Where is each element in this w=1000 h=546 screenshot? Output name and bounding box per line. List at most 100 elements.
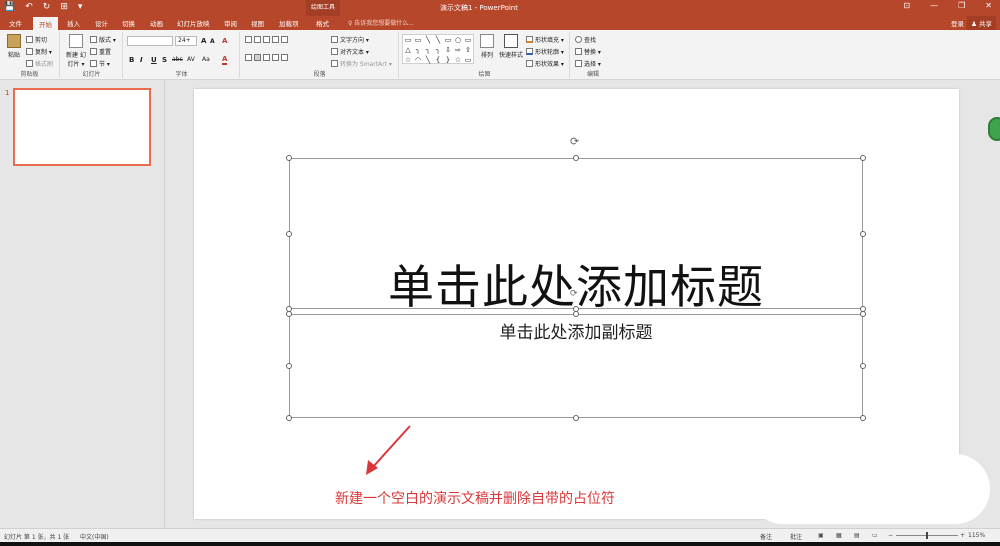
quick-styles-button[interactable]: 快速样式 [498,34,524,59]
reading-view-icon[interactable]: ▤ [854,532,860,539]
section-button[interactable]: 节 ▾ [90,59,110,68]
shape-gallery-item[interactable]: ⇧ [463,45,473,55]
tell-me-search[interactable]: ♀ 告诉我您想要做什么... [348,18,414,27]
convert-smartart-button[interactable]: 转换为 SmartArt ▾ [331,59,392,68]
tab-transitions[interactable]: 切换 [122,18,135,28]
reset-button[interactable]: 重置 [90,47,111,56]
shape-gallery-item[interactable]: ╲ [423,35,433,45]
shape-gallery-item[interactable]: { [433,55,443,65]
shape-gallery-item[interactable]: ○ [453,35,463,45]
shape-gallery-item[interactable]: } [443,55,453,65]
shape-outline-button[interactable]: 形状轮廓 ▾ [526,47,564,56]
share-button[interactable]: ♟ 共享 [967,16,996,30]
change-case-button[interactable]: Aa [202,56,210,63]
close-icon[interactable]: ✕ [985,1,992,10]
shape-gallery-item[interactable]: ⇩ [443,45,453,55]
resize-handle[interactable] [860,363,866,369]
tab-view[interactable]: 视图 [251,18,264,28]
layout-button[interactable]: 版式 ▾ [90,35,116,44]
font-color-button[interactable]: A [222,55,228,65]
resize-handle[interactable] [573,311,579,317]
bold-button[interactable]: B [129,56,134,64]
tab-design[interactable]: 设计 [95,18,108,28]
shape-gallery-item[interactable]: ▭ [413,35,423,45]
resize-handle[interactable] [286,231,292,237]
tab-home[interactable]: 开始 [33,17,58,30]
tab-review[interactable]: 审阅 [224,18,237,28]
notes-button[interactable]: 备注 [760,532,772,541]
shape-gallery-item[interactable]: ▭ [403,35,413,45]
resize-handle[interactable] [286,415,292,421]
language-status[interactable]: 中文(中国) [80,532,109,541]
shape-gallery-item[interactable]: ☆ [453,55,463,65]
tab-addins[interactable]: 加载项 [279,18,299,28]
shape-gallery-item[interactable]: ╮ [433,45,443,55]
clear-format-button[interactable]: A [222,37,227,45]
resize-handle[interactable] [573,415,579,421]
slide-sorter-icon[interactable]: ▦ [836,532,842,539]
grow-font-button[interactable]: A [201,37,206,45]
arrange-button[interactable]: 排列 [476,34,498,59]
shape-gallery-item[interactable]: ╲ [433,35,443,45]
shrink-font-button[interactable]: A [210,38,215,45]
customize-qat-icon[interactable]: ▾ [78,2,83,12]
normal-view-icon[interactable]: ▣ [818,532,824,539]
new-slide-button[interactable]: 新建 幻灯片 ▾ [64,34,88,68]
shadow-button[interactable]: S [162,56,167,64]
resize-handle[interactable] [286,363,292,369]
shape-gallery-item[interactable]: △ [403,45,413,55]
subtitle-placeholder-text[interactable]: 单击此处添加副标题 [290,318,862,343]
shape-gallery-item[interactable]: ╲ [423,55,433,65]
shape-gallery-item[interactable]: ◠ [413,55,423,65]
zoom-slider-thumb[interactable] [926,532,928,539]
text-direction-button[interactable]: 文字方向 ▾ [331,35,369,44]
align-text-button[interactable]: 对齐文本 ▾ [331,47,369,56]
copy-button[interactable]: 复制 ▾ [26,47,52,56]
alignment-buttons[interactable] [245,54,288,61]
tab-animations[interactable]: 动画 [150,18,163,28]
zoom-level[interactable]: 115% [968,532,985,539]
select-button[interactable]: 选择 ▾ [575,59,601,68]
subtitle-placeholder[interactable]: 单击此处添加副标题 [289,314,863,418]
restore-icon[interactable]: ❐ [958,1,965,10]
shape-gallery-item[interactable]: ▭ [463,35,473,45]
rotate-handle-icon[interactable]: ⟳ [570,135,579,148]
redo-icon[interactable]: ↻ [43,2,51,12]
underline-button[interactable]: U [151,56,157,64]
slideshow-view-icon[interactable]: ▭ [872,532,878,539]
font-size-combo[interactable]: 24+ [175,36,197,46]
start-slideshow-icon[interactable]: ⊞ [60,2,68,12]
resize-handle[interactable] [286,155,292,161]
minimize-icon[interactable]: — [930,1,938,10]
resize-handle[interactable] [286,311,292,317]
resize-handle[interactable] [573,155,579,161]
italic-button[interactable]: I [140,56,143,64]
comments-button[interactable]: 批注 [790,532,802,541]
resize-handle[interactable] [860,415,866,421]
tab-insert[interactable]: 插入 [67,18,80,28]
login-link[interactable]: 登录 [951,18,964,28]
shape-gallery-item[interactable]: ⇨ [453,45,463,55]
replace-button[interactable]: 替换 ▾ [575,47,601,56]
format-painter-button[interactable]: 格式刷 [26,59,53,68]
shapes-gallery[interactable]: ▭ ▭ ╲ ╲ ▭ ○ ▭ △ ╮ ╮ ╮ ⇩ ⇨ ⇧ ☆ ◠ ╲{} ☆ ▭ [402,34,474,64]
resize-handle[interactable] [860,155,866,161]
resize-handle[interactable] [860,231,866,237]
zoom-out-icon[interactable]: − [888,532,893,539]
shape-gallery-item[interactable]: ╮ [413,45,423,55]
save-icon[interactable]: 💾 [4,2,15,12]
shape-gallery-item[interactable]: ▭ [443,35,453,45]
shape-gallery-item[interactable]: ☆ [403,55,413,65]
shape-effects-button[interactable]: 形状效果 ▾ [526,59,564,68]
character-spacing-button[interactable]: AV [187,56,195,63]
cut-button[interactable]: 剪切 [26,35,47,44]
shape-gallery-item[interactable]: ▭ [463,55,473,65]
tab-file[interactable]: 文件 [9,18,22,28]
tab-slideshow[interactable]: 幻灯片放映 [177,18,210,28]
strikethrough-button[interactable]: abc [172,56,183,63]
zoom-in-icon[interactable]: + [960,532,965,539]
rotate-handle-icon[interactable]: ⟳ [570,289,578,299]
shape-gallery-item[interactable]: ╮ [423,45,433,55]
ribbon-display-options-icon[interactable]: ⊡ [903,1,910,10]
resize-handle[interactable] [860,311,866,317]
